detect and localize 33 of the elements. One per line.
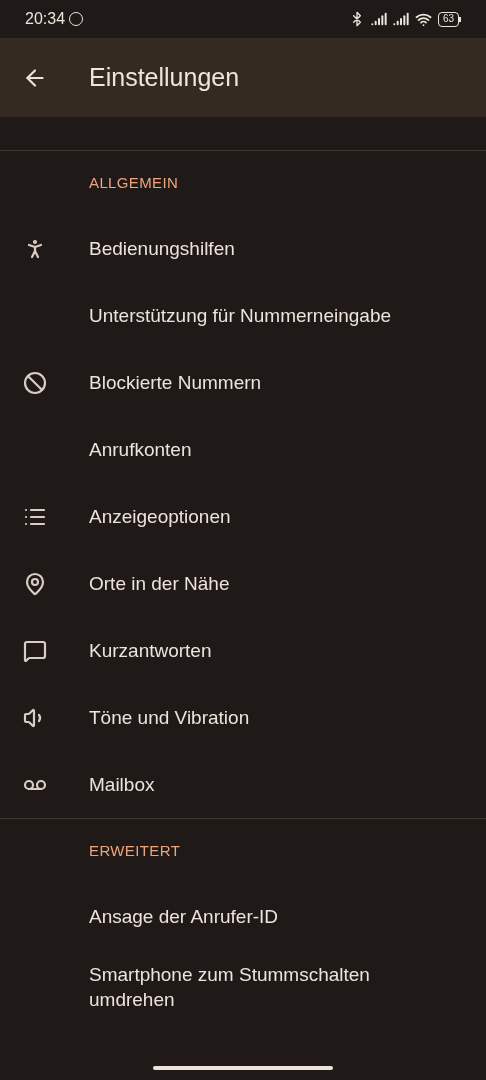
settings-item[interactable]: Ansage der Anrufer-ID <box>0 883 486 950</box>
section-header: ERWEITERT <box>89 840 181 861</box>
item-label: Töne und Vibration <box>89 706 250 730</box>
chat-bubble-icon <box>23 638 47 663</box>
location-pin-icon <box>23 571 47 596</box>
item-label: Kurzantworten <box>89 639 212 663</box>
settings-item[interactable]: Unterstützung für Nummerneingabe <box>0 282 486 349</box>
item-label: Mailbox <box>89 773 155 797</box>
item-label: Smartphone zum Stummschalten umdrehen <box>89 963 371 1012</box>
settings-item[interactable]: Anzeigeoptionen <box>0 483 486 550</box>
settings-item[interactable]: Bedienungshilfen <box>0 215 486 282</box>
block-icon <box>23 370 47 395</box>
settings-item[interactable]: Orte in der Nähe <box>0 550 486 617</box>
settings-item[interactable]: Anrufkonten <box>0 416 486 483</box>
item-label: Bedienungshilfen <box>89 237 235 261</box>
item-label: Orte in der Nähe <box>89 572 230 596</box>
settings-item[interactable]: Blockierte Nummern <box>0 349 486 416</box>
battery-level: 63 <box>442 14 454 24</box>
settings-item[interactable]: Mailbox <box>0 751 486 818</box>
item-label: Unterstützung für Nummerneingabe <box>89 304 392 328</box>
settings-item[interactable]: Töne und Vibration <box>0 684 486 751</box>
item-label: Ansage der Anrufer-ID <box>89 905 279 929</box>
item-label: Blockierte Nummern <box>89 371 262 395</box>
section-header: ALLGEMEIN <box>89 172 179 193</box>
signal-icon <box>370 11 387 27</box>
clock-time: 20:34 <box>25 9 66 29</box>
item-label: Anzeigeoptionen <box>89 505 231 529</box>
settings-item[interactable]: Kurzantworten <box>0 617 486 684</box>
signal-icon <box>392 11 409 27</box>
item-label: Anrufkonten <box>89 438 192 462</box>
navigation-handle[interactable] <box>153 1066 333 1070</box>
settings-item[interactable]: Smartphone zum Stummschalten umdrehen <box>0 950 486 1024</box>
page-title: Einstellungen <box>89 61 240 93</box>
